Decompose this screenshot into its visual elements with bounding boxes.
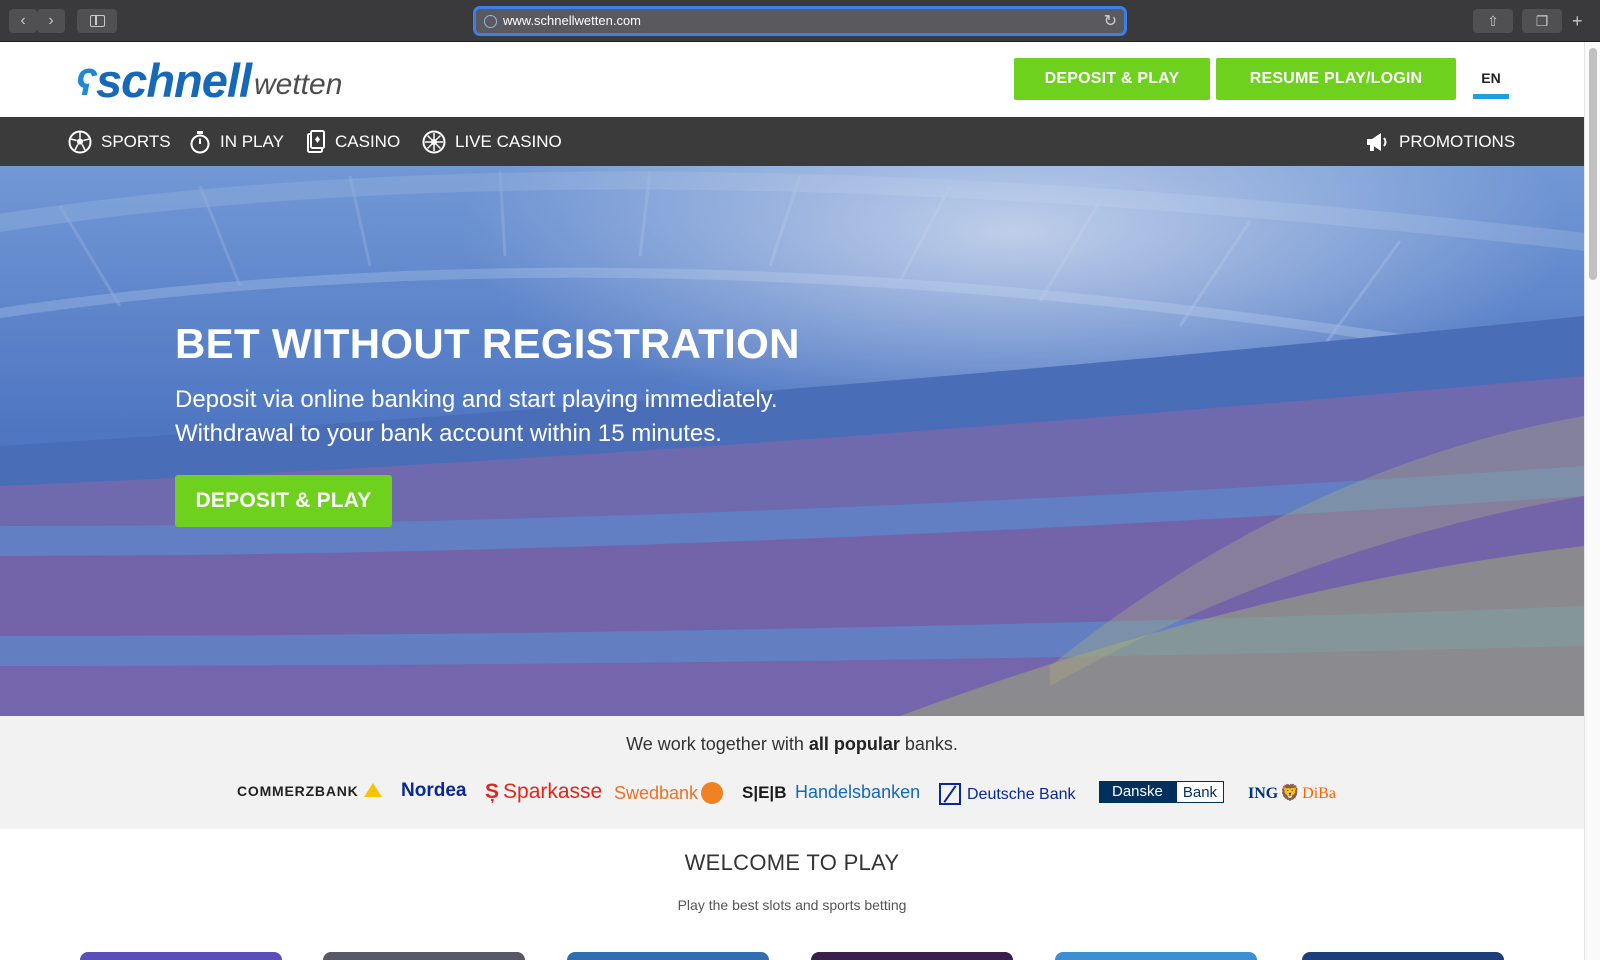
banks-tagline: We work together with all popular banks. (0, 734, 1584, 755)
card-icon (307, 129, 325, 153)
tabs-icon: ❐ (1535, 13, 1549, 29)
address-bar[interactable]: www.schnellwetten.com ↻ (473, 6, 1127, 36)
game-card[interactable] (567, 952, 769, 960)
plus-icon: + (1572, 11, 1583, 31)
share-icon: ⇧ (1487, 13, 1499, 29)
soccer-ball-icon (68, 130, 92, 153)
banks-tagline-bold: all popular (808, 734, 900, 754)
nav-item-sports[interactable]: SPORTS (68, 117, 171, 166)
nav-label-casino: CASINO (335, 131, 401, 151)
deutsche-bank-slash-icon (939, 783, 961, 805)
nav-item-casino[interactable]: CASINO (306, 117, 400, 166)
nav-label-promotions: PROMOTIONS (1399, 131, 1516, 151)
game-card[interactable] (1302, 952, 1504, 960)
ing-name: ING (1248, 785, 1279, 802)
swedbank-logo: Swedbank (614, 782, 724, 804)
chevron-left-icon: ‹ (20, 12, 26, 29)
sidebar-toggle-button[interactable] (77, 9, 117, 33)
nav-label-in-play: IN PLAY (220, 131, 284, 151)
commerzbank-logo: COMMERZBANK (237, 783, 382, 799)
share-button[interactable]: ⇧ (1473, 9, 1513, 33)
game-card[interactable] (80, 952, 282, 960)
nav-label-live-casino: LIVE CASINO (455, 131, 562, 151)
handelsbanken-logo: Handelsbanken (795, 782, 921, 802)
seb-logo: S|E|B (742, 783, 787, 802)
hero-description-line-2: Withdrawal to your bank account within 1… (175, 420, 722, 447)
sidebar-icon (90, 15, 105, 27)
ing-diba-logo: ING 🦁 DiBa (1248, 783, 1336, 803)
new-tab-button[interactable]: + (1572, 12, 1583, 30)
logo-brand-light: wetten (254, 68, 343, 101)
nordea-logo: Nordea (401, 780, 467, 801)
diba-name: DiBa (1302, 785, 1336, 802)
ing-lion-icon: 🦁 (1280, 785, 1301, 802)
hero-title: BET WITHOUT REGISTRATION (175, 320, 800, 367)
sparkasse-name: Sparkasse (503, 780, 603, 803)
deutsche-bank-logo: Deutsche Bank (939, 783, 1076, 805)
hero-deposit-button[interactable]: DEPOSIT & PLAY (175, 475, 392, 527)
danske-bank-logo: Danske Bank (1099, 781, 1225, 803)
address-url: www.schnellwetten.com (503, 13, 641, 28)
game-card[interactable] (1055, 952, 1257, 960)
nav-item-promotions[interactable]: PROMOTIONS (1364, 117, 1515, 166)
banks-tagline-prefix: We work together with (626, 734, 809, 754)
language-underline (1473, 94, 1509, 99)
resume-login-button[interactable]: RESUME PLAY/LOGIN (1216, 58, 1456, 100)
stopwatch-icon (190, 130, 210, 153)
swedbank-oak-icon (701, 782, 724, 804)
logo[interactable]: ʕ schnell wetten (76, 53, 342, 105)
site-header: ʕ schnell wetten DEPOSIT & PLAY RESUME P… (0, 42, 1584, 117)
chevron-right-icon: › (48, 12, 54, 29)
page-scrollbar[interactable] (1584, 42, 1600, 960)
forward-button[interactable]: › (37, 9, 65, 33)
logo-brand: schnell (96, 54, 252, 107)
banks-tagline-suffix: banks. (899, 734, 958, 754)
hero-description-line-1: Deposit via online banking and start pla… (175, 386, 778, 413)
game-card[interactable] (323, 952, 525, 960)
sparkasse-s-icon: Ș (485, 780, 500, 803)
logo-swoosh: ʕ (76, 62, 96, 104)
partner-banks-section: We work together with all popular banks.… (0, 716, 1584, 829)
globe-icon (484, 15, 497, 28)
roulette-icon (422, 130, 446, 153)
deutsche-bank-name: Deutsche Bank (967, 786, 1076, 803)
commerzbank-ribbon-icon (363, 783, 382, 797)
sparkasse-logo: Ș Sparkasse (485, 780, 602, 804)
reload-icon[interactable]: ↻ (1104, 11, 1117, 31)
welcome-subtitle: Play the best slots and sports betting (677, 897, 907, 913)
swedbank-name: Swedbank (614, 783, 699, 803)
nav-label-sports: SPORTS (101, 131, 171, 151)
language-selector[interactable]: EN (1473, 70, 1509, 86)
nav-item-in-play[interactable]: IN PLAY (189, 117, 284, 166)
danske-bank-name-1: Danske (1099, 781, 1176, 803)
hero-banner: BET WITHOUT REGISTRATION Deposit via onl… (0, 166, 1584, 716)
welcome-title: WELCOME TO PLAY (684, 850, 900, 875)
back-button[interactable]: ‹ (9, 9, 37, 33)
tabs-overview-button[interactable]: ❐ (1522, 9, 1562, 33)
nav-item-live-casino[interactable]: LIVE CASINO (422, 117, 562, 166)
scrollbar-thumb[interactable] (1589, 48, 1597, 280)
danske-bank-name-2: Bank (1175, 781, 1225, 803)
game-card[interactable] (811, 952, 1013, 960)
header-deposit-button[interactable]: DEPOSIT & PLAY (1014, 58, 1210, 100)
megaphone-icon (1367, 132, 1387, 151)
commerzbank-name: COMMERZBANK (237, 783, 359, 799)
main-nav: SPORTS IN PLAY CASINO LIVE CASINO PROMOT… (0, 117, 1584, 166)
browser-toolbar: ‹ › www.schnellwetten.com ↻ ⇧ ❐ + (0, 0, 1600, 42)
